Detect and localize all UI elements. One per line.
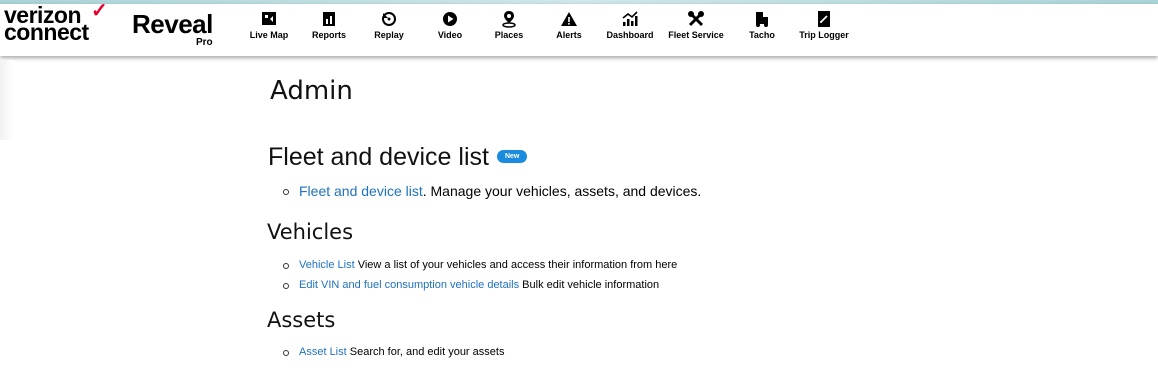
nav-live-map[interactable]: Live Map xyxy=(249,10,289,40)
fleet-item-description: . Manage your vehicles, assets, and devi… xyxy=(422,183,702,199)
nav-fleet-service[interactable]: Fleet Service xyxy=(666,10,726,40)
nav-alerts-label: Alerts xyxy=(556,30,582,40)
new-badge: New xyxy=(496,149,528,163)
fleet-list: Fleet and device list. Manage your vehic… xyxy=(283,183,701,199)
page-title: Admin xyxy=(270,76,353,106)
places-icon xyxy=(502,11,516,28)
left-side-panel xyxy=(0,60,14,140)
vehicle-list-description: View a list of your vehicles and access … xyxy=(354,259,678,271)
nav-video[interactable]: Video xyxy=(435,10,465,40)
fleet-heading-text: Fleet and device list xyxy=(268,143,489,171)
alerts-icon xyxy=(561,12,577,26)
assets-list: Asset List Search for, and edit your ass… xyxy=(283,346,504,366)
verizon-connect-logo[interactable]: verizon connect ✓ xyxy=(4,1,108,45)
live-map-icon xyxy=(262,12,276,25)
replay-icon xyxy=(382,12,396,26)
list-item: Vehicle List View a list of your vehicle… xyxy=(283,259,677,279)
edit-vin-description: Bulk edit vehicle information xyxy=(519,279,660,291)
nav-trip-logger[interactable]: Trip Logger xyxy=(799,10,849,40)
fleet-service-icon xyxy=(688,11,704,27)
nav-tacho-label: Tacho xyxy=(749,30,775,40)
nav-replay[interactable]: Replay xyxy=(372,10,406,40)
video-icon xyxy=(443,12,457,26)
list-item: Asset List Search for, and edit your ass… xyxy=(283,346,504,366)
fleet-device-list-link[interactable]: Fleet and device list xyxy=(299,183,423,199)
nav-dashboard[interactable]: Dashboard xyxy=(605,10,655,40)
edit-vin-fuel-link[interactable]: Edit VIN and fuel consumption vehicle de… xyxy=(299,279,519,291)
tacho-icon xyxy=(756,12,768,27)
reports-icon xyxy=(323,12,335,26)
nav-fleet-service-label: Fleet Service xyxy=(668,30,724,40)
asset-list-description: Search for, and edit your assets xyxy=(346,346,505,358)
dashboard-icon xyxy=(622,11,638,26)
logo-line-2: connect xyxy=(4,19,89,45)
list-item: Edit VIN and fuel consumption vehicle de… xyxy=(283,279,677,299)
nav-reports-label: Reports xyxy=(311,30,346,40)
nav-places-label: Places xyxy=(494,30,524,40)
nav-places[interactable]: Places xyxy=(494,10,524,40)
nav-alerts[interactable]: Alerts xyxy=(555,10,583,40)
list-item: Fleet and device list. Manage your vehic… xyxy=(283,183,701,199)
assets-heading: Assets xyxy=(267,308,336,332)
fleet-section-heading: Fleet and device list New xyxy=(268,143,528,172)
asset-list-link[interactable]: Asset List xyxy=(299,346,347,358)
nav-trip-logger-label: Trip Logger xyxy=(799,30,849,40)
top-navigation-bar: verizon connect ✓ Reveal Pro Live Map Re… xyxy=(0,1,1158,56)
vehicle-list-link[interactable]: Vehicle List xyxy=(299,259,355,271)
vehicles-heading: Vehicles xyxy=(267,220,354,244)
product-name: Reveal xyxy=(132,9,213,39)
nav-video-label: Video xyxy=(437,30,463,40)
trip-logger-icon xyxy=(818,11,830,27)
nav-dashboard-label: Dashboard xyxy=(606,30,654,40)
logo-check-mark: ✓ xyxy=(91,0,108,22)
nav-tacho[interactable]: Tacho xyxy=(747,10,777,40)
product-tier: Pro xyxy=(196,37,213,48)
vehicles-list: Vehicle List View a list of your vehicle… xyxy=(283,259,677,299)
nav-replay-label: Replay xyxy=(374,30,404,40)
nav-live-map-label: Live Map xyxy=(249,30,289,40)
nav-reports[interactable]: Reports xyxy=(311,10,347,40)
